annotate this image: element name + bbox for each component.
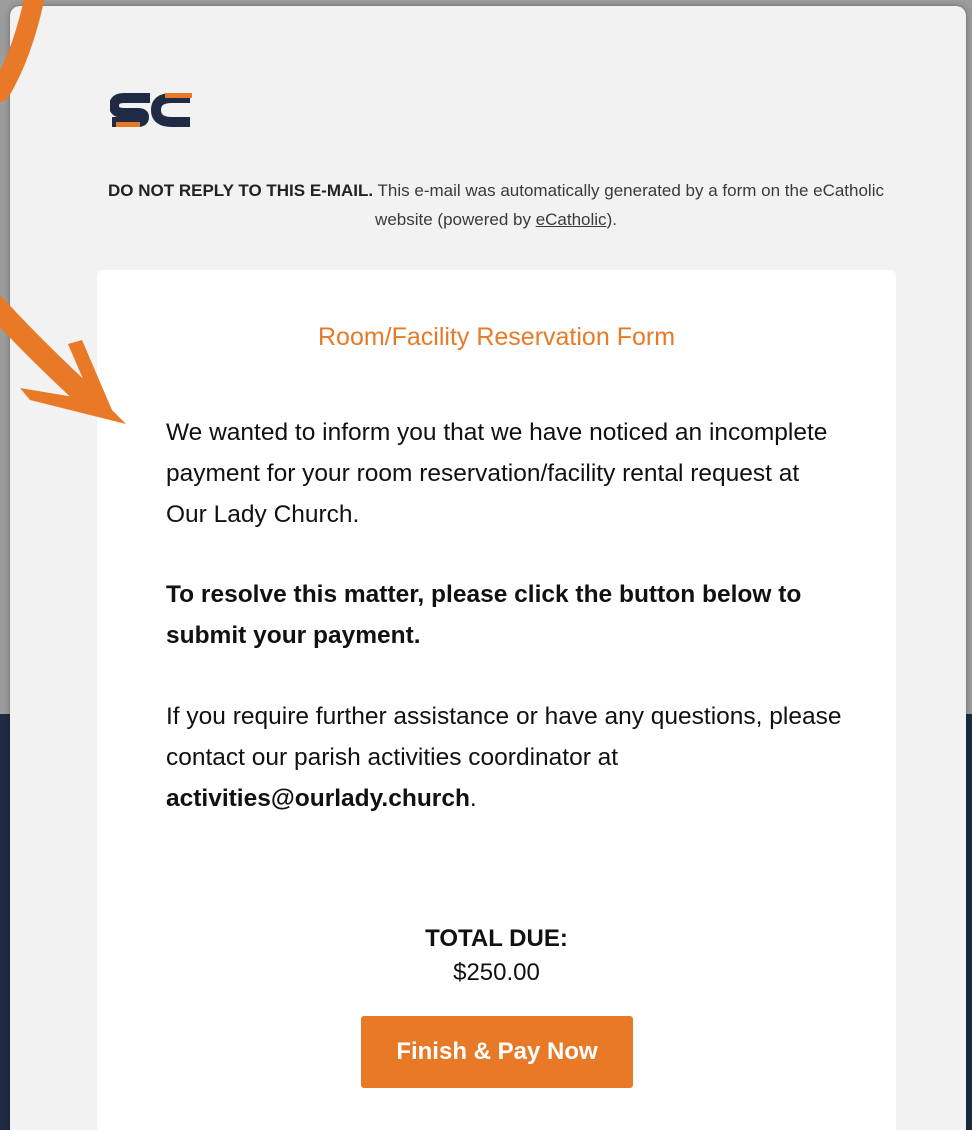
contact-paragraph: If you require further assistance or hav…: [166, 696, 846, 819]
form-card: Room/Facility Reservation Form We wanted…: [97, 270, 896, 1130]
notice-end: ).: [606, 210, 617, 229]
do-not-reply-notice: DO NOT REPLY TO THIS E-MAIL. This e-mail…: [100, 176, 892, 234]
email-container: DO NOT REPLY TO THIS E-MAIL. This e-mail…: [10, 6, 966, 1130]
total-due-label: TOTAL DUE:: [425, 925, 568, 952]
instruction-paragraph: To resolve this matter, please click the…: [166, 581, 802, 649]
notice-bold-text: DO NOT REPLY TO THIS E-MAIL.: [108, 181, 374, 200]
notice-text: This e-mail was automatically generated …: [373, 181, 884, 229]
form-title: Room/Facility Reservation Form: [317, 323, 676, 351]
sc-logo-icon: [110, 93, 192, 127]
contact-text: If you require further assistance or hav…: [166, 703, 842, 771]
info-paragraph: We wanted to inform you that we have not…: [166, 419, 828, 528]
finish-pay-now-button[interactable]: Finish & Pay Now: [361, 1016, 633, 1088]
ecatholic-link[interactable]: eCatholic: [536, 210, 607, 229]
total-due: TOTAL DUE: $250.00: [97, 922, 896, 990]
contact-email: activities@ourlady.church: [166, 785, 470, 812]
total-due-amount: $250.00: [453, 959, 540, 986]
contact-end: .: [469, 785, 477, 812]
